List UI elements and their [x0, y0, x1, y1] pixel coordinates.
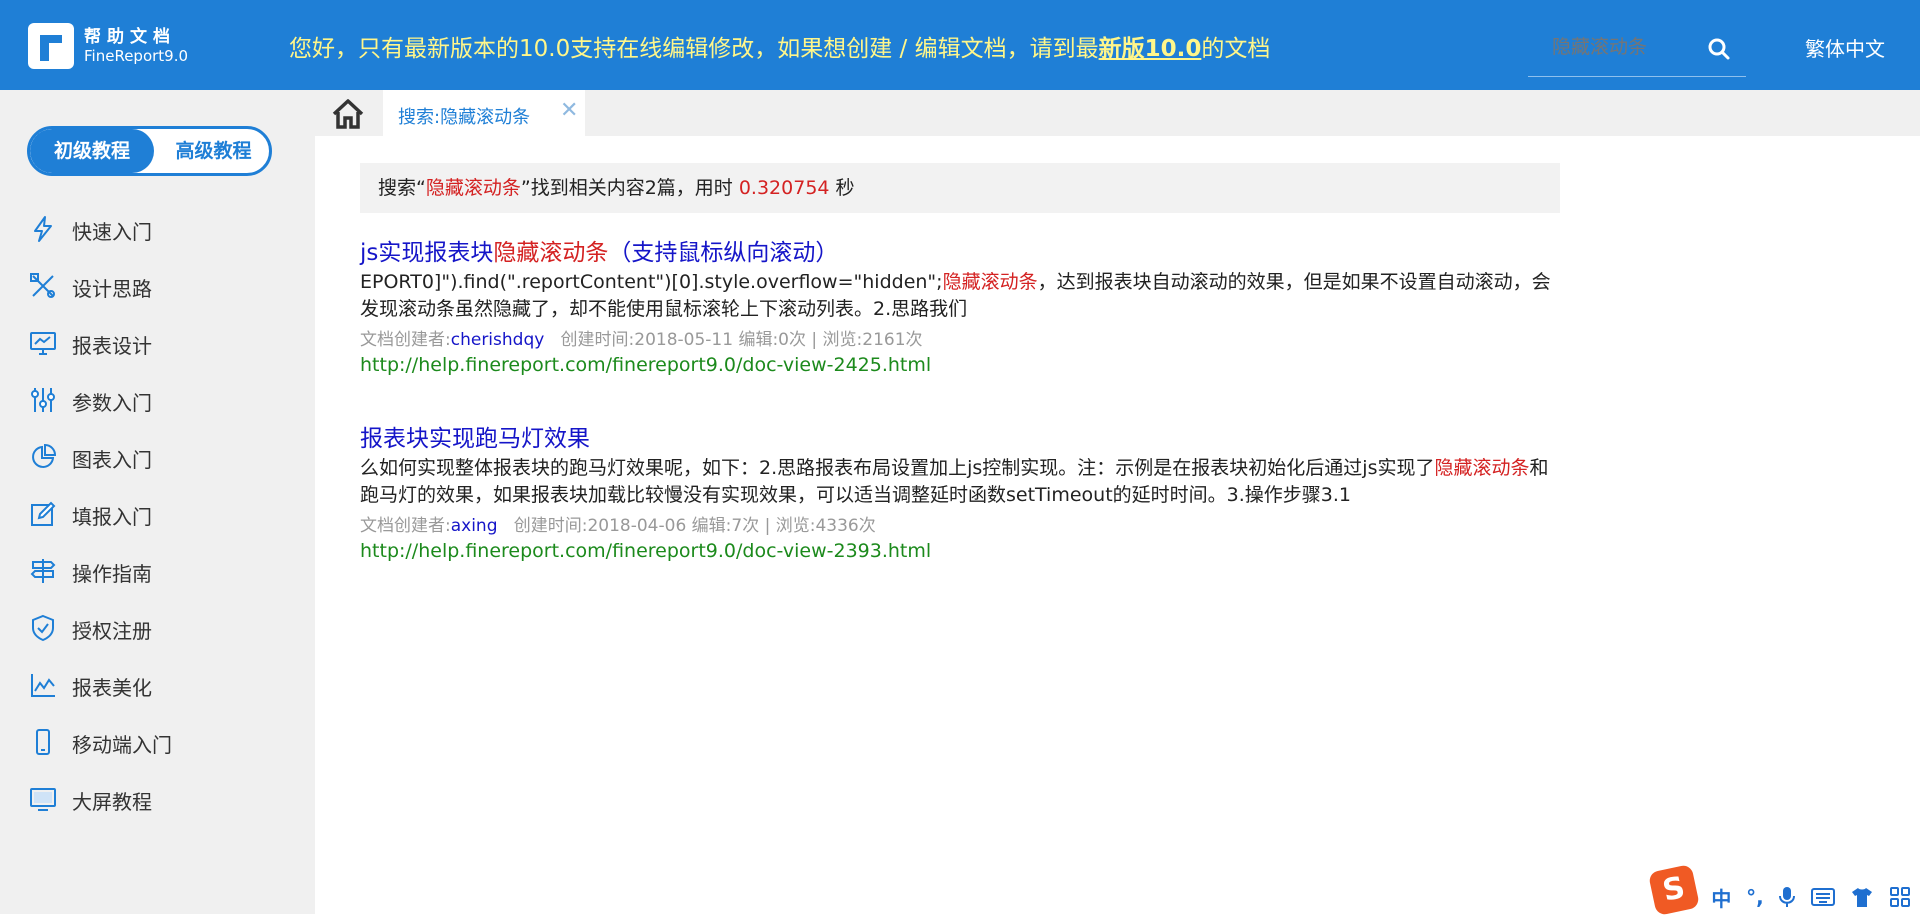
tab-label: 搜索:隐藏滚动条 — [398, 107, 531, 128]
ime-logo[interactable]: S — [1647, 863, 1701, 916]
sidebar-item-label: 报表美化 — [72, 676, 152, 700]
sidebar-item-label: 报表设计 — [72, 334, 152, 358]
tshirt-icon[interactable] — [1850, 886, 1874, 908]
logo[interactable]: 帮助文档 FineReport9.0 — [28, 22, 188, 70]
search-result: js实现报表块隐藏滚动条（支持鼠标纵向滚动） EPORT0]").find(".… — [360, 233, 1560, 376]
result-title-link[interactable]: 报表块实现跑马灯效果 — [360, 419, 1560, 453]
sidebar-item-fill-report[interactable]: 填报入门 — [0, 485, 315, 542]
sidebar-item-mobile[interactable]: 移动端入门 — [0, 713, 315, 770]
search-results-panel: 搜索“隐藏滚动条”找到相关内容2篇，用时 0.320754 秒 js实现报表块隐… — [315, 136, 1920, 914]
ime-bar: 中 °, — [1704, 882, 1918, 912]
advanced-tutorial-tab[interactable]: 高级教程 — [156, 129, 269, 173]
sidebar-item-label: 设计思路 — [72, 277, 152, 301]
search-result: 报表块实现跑马灯效果 么如何实现整体报表块的跑马灯效果呢，如下：2.思路报表布局… — [360, 419, 1560, 562]
result-title-link[interactable]: js实现报表块隐藏滚动条（支持鼠标纵向滚动） — [360, 233, 1560, 267]
tutorial-level-toggle: 初级教程 高级教程 — [27, 126, 272, 176]
ime-punctuation[interactable]: °, — [1746, 885, 1764, 909]
top-bar: 帮助文档 FineReport9.0 您好，只有最新版本的10.0支持在线编辑修… — [0, 0, 1920, 90]
tab-bar: 搜索:隐藏滚动条 ✕ — [315, 90, 1920, 136]
edit-icon — [31, 501, 56, 526]
sidebar-item-label: 移动端入门 — [72, 733, 172, 757]
search-summary: 搜索“隐藏滚动条”找到相关内容2篇，用时 0.320754 秒 — [360, 163, 1560, 213]
grid-icon[interactable] — [1889, 886, 1911, 908]
sidebar-item-guide[interactable]: 操作指南 — [0, 542, 315, 599]
line-chart-icon — [31, 674, 55, 697]
search-input[interactable] — [1550, 32, 1714, 62]
keyboard-icon[interactable] — [1811, 887, 1836, 907]
mobile-icon — [36, 729, 50, 755]
sidebar-item-quick-start[interactable]: 快速入门 — [0, 200, 315, 257]
home-icon[interactable] — [331, 98, 365, 130]
close-icon[interactable]: ✕ — [560, 98, 578, 123]
microphone-icon[interactable] — [1778, 885, 1796, 909]
logo-title: 帮助文档 — [84, 26, 176, 47]
ime-chinese-mode[interactable]: 中 — [1711, 883, 1731, 912]
sidebar-item-label: 图表入门 — [72, 448, 152, 472]
search-keyword: 隐藏滚动条 — [425, 177, 521, 199]
search-box — [1528, 22, 1746, 77]
ime-toolbar: S 中 °, — [1647, 863, 1920, 916]
author-link[interactable]: axing — [451, 516, 498, 536]
shield-check-icon — [32, 614, 54, 642]
sidebar-item-label: 参数入门 — [72, 391, 152, 415]
language-switch[interactable]: 繁体中文 — [1805, 33, 1885, 62]
sidebar-item-label: 操作指南 — [72, 562, 152, 586]
sidebar-item-label: 快速入门 — [72, 220, 152, 244]
search-icon[interactable] — [1706, 36, 1732, 62]
lightning-icon — [34, 216, 52, 242]
sliders-icon — [31, 388, 55, 412]
search-time: 0.320754 — [738, 177, 830, 199]
tools-icon — [30, 273, 55, 298]
pie-chart-icon — [32, 443, 57, 468]
result-meta: 文档创建者:axing 创建时间:2018-04-06 编辑:7次 | 浏览:4… — [360, 516, 876, 536]
result-snippet: 么如何实现整体报表块的跑马灯效果呢，如下：2.思路报表布局设置加上js控制实现。… — [360, 457, 1549, 506]
signpost-icon — [30, 559, 56, 583]
sidebar-nav: 快速入门 设计思路 报表设计 参数入门 图表入门 填报入门 操作指南 授权注册 — [0, 200, 315, 827]
new-version-link[interactable]: 新版10.0 — [1099, 36, 1202, 62]
result-meta: 文档创建者:cherishdqy 创建时间:2018-05-11 编辑:0次 |… — [360, 330, 923, 350]
author-link[interactable]: cherishdqy — [451, 330, 545, 350]
sidebar-item-big-screen[interactable]: 大屏教程 — [0, 770, 315, 827]
tab-search-result[interactable]: 搜索:隐藏滚动条 ✕ — [383, 90, 585, 136]
sidebar-item-design-idea[interactable]: 设计思路 — [0, 257, 315, 314]
logo-subtitle: FineReport9.0 — [84, 47, 189, 66]
screen-icon — [30, 788, 56, 811]
monitor-chart-icon — [30, 332, 56, 355]
result-url[interactable]: http://help.finereport.com/finereport9.0… — [360, 540, 1560, 562]
sidebar-item-label: 填报入门 — [72, 505, 152, 529]
result-url[interactable]: http://help.finereport.com/finereport9.0… — [360, 354, 1560, 376]
sidebar-item-beautify[interactable]: 报表美化 — [0, 656, 315, 713]
sidebar-item-label: 大屏教程 — [72, 790, 152, 814]
beginner-tutorial-tab[interactable]: 初级教程 — [30, 129, 154, 173]
sidebar-item-license[interactable]: 授权注册 — [0, 599, 315, 656]
sidebar-item-chart[interactable]: 图表入门 — [0, 428, 315, 485]
sidebar-item-parameter[interactable]: 参数入门 — [0, 371, 315, 428]
sidebar-item-report-design[interactable]: 报表设计 — [0, 314, 315, 371]
logo-icon — [28, 23, 74, 69]
sidebar: 初级教程 高级教程 快速入门 设计思路 报表设计 参数入门 图表入门 填报入门 — [0, 90, 315, 914]
version-notice: 您好，只有最新版本的10.0支持在线编辑修改，如果想创建 / 编辑文档，请到最新… — [289, 36, 1271, 62]
result-snippet: EPORT0]").find(".reportContent")[0].styl… — [360, 271, 1551, 320]
sidebar-item-label: 授权注册 — [72, 619, 152, 643]
